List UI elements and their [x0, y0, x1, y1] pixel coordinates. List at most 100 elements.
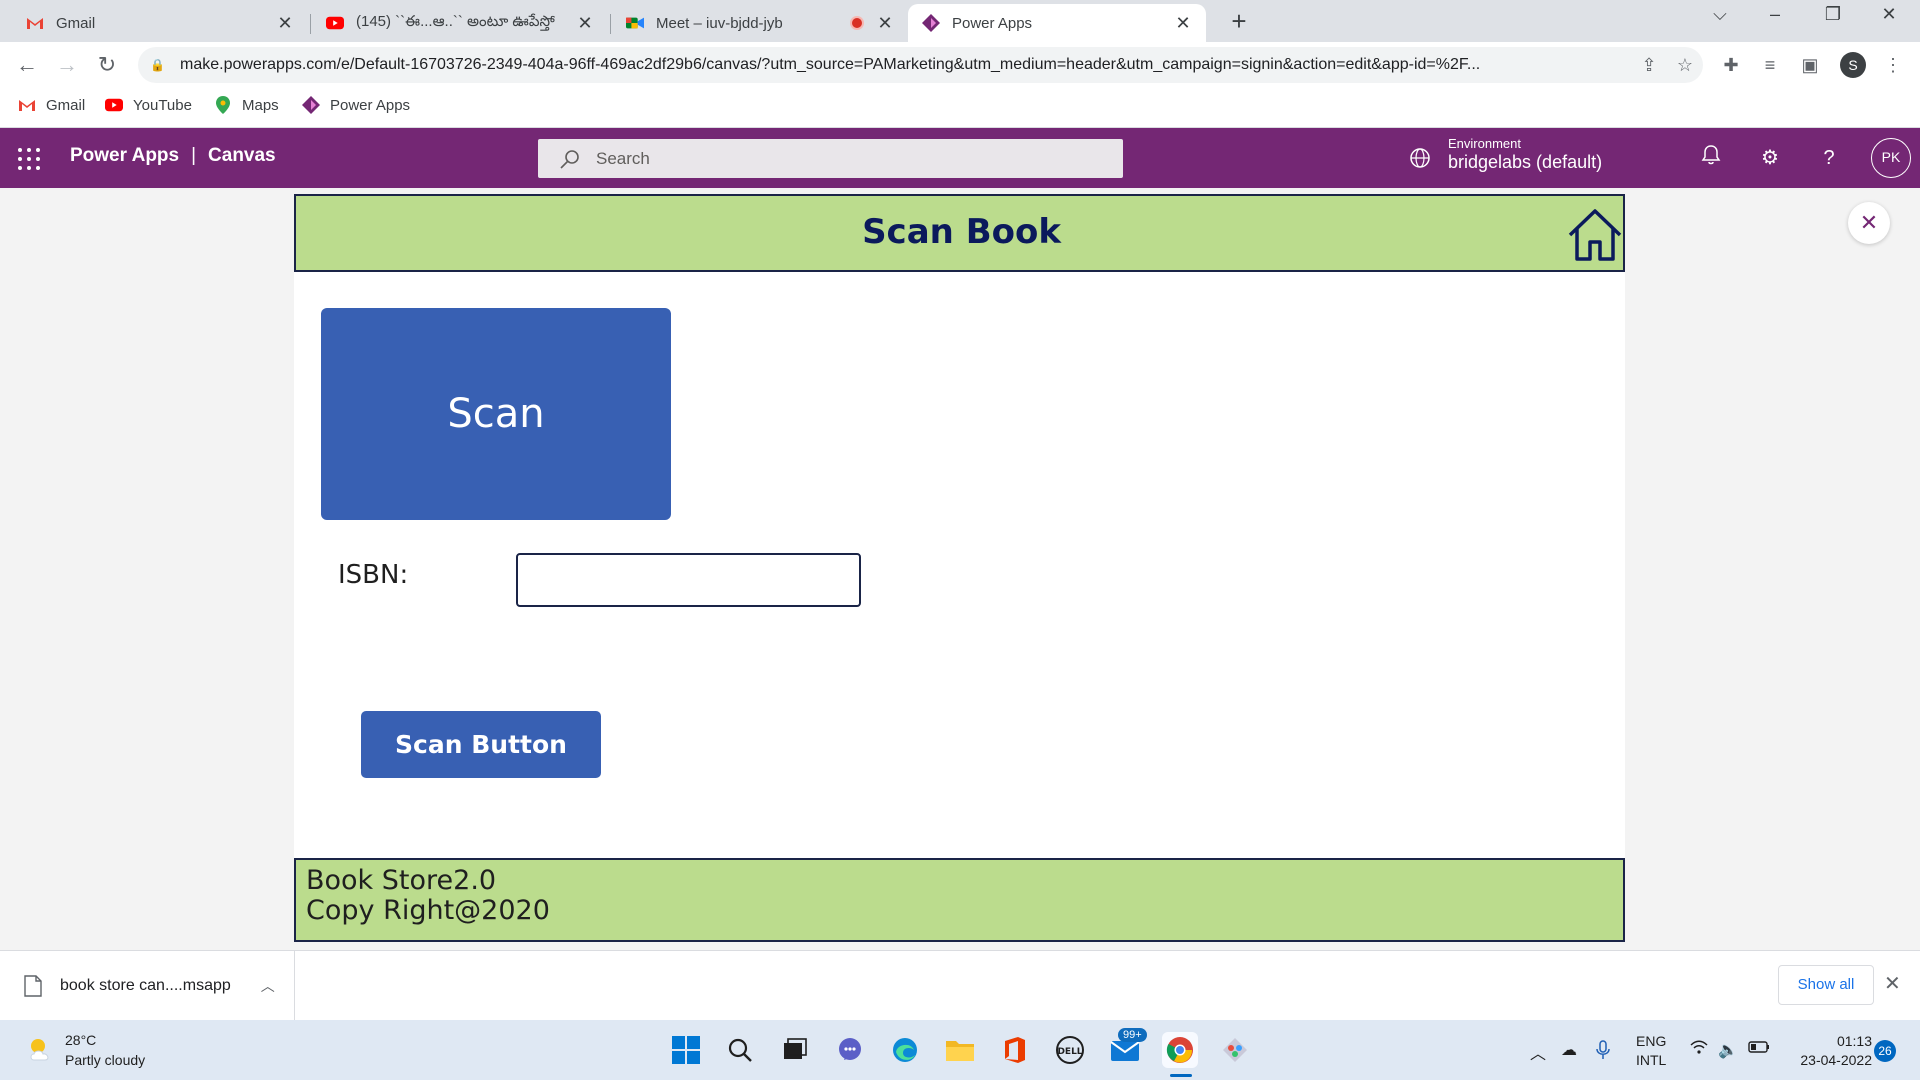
language-indicator[interactable]: ENG INTL	[1636, 1032, 1666, 1070]
reload-icon[interactable]: ↻	[92, 50, 122, 80]
search-placeholder: Search	[596, 148, 650, 168]
help-icon[interactable]: ?	[1815, 144, 1843, 172]
system-clock[interactable]: 01:13 23-04-2022	[1782, 1032, 1872, 1070]
tab-power-apps[interactable]: Power Apps ✕	[908, 4, 1206, 42]
profile-avatar[interactable]: S	[1840, 52, 1866, 78]
app-footer: Book Store2.0 Copy Right@2020	[294, 858, 1625, 942]
tab-title: (145) ``ఈ...ఆ..`` అంటూ ఊపేస్తో	[356, 12, 555, 30]
chrome-icon[interactable]	[1162, 1032, 1198, 1068]
user-avatar[interactable]: PK	[1871, 138, 1911, 178]
snipping-tool-icon[interactable]	[1217, 1032, 1253, 1068]
youtube-icon	[326, 14, 344, 32]
app-header-bar: Scan Book	[294, 194, 1625, 272]
office-icon[interactable]	[997, 1032, 1033, 1068]
new-tab-button[interactable]: +	[1222, 6, 1256, 37]
microphone-icon[interactable]	[1592, 1040, 1614, 1065]
download-shelf: book store can....msapp ︿ Show all ✕	[0, 950, 1920, 1021]
window-close-icon[interactable]: ✕	[1874, 4, 1904, 25]
scan-tile-button[interactable]: Scan	[321, 308, 671, 520]
dell-icon[interactable]: DELL	[1052, 1032, 1088, 1068]
address-bar[interactable]: 🔒 make.powerapps.com/e/Default-16703726-…	[138, 47, 1703, 83]
brand-section: Canvas	[208, 145, 276, 166]
task-view-icon[interactable]	[777, 1032, 813, 1068]
brand-name: Power Apps	[70, 145, 180, 166]
extensions-icon[interactable]: ✚	[1718, 52, 1744, 78]
bookmark-star-icon[interactable]: ☆	[1667, 55, 1703, 76]
file-explorer-icon[interactable]	[942, 1032, 978, 1068]
tab-search-chevron-icon[interactable]: ⌵	[1705, 4, 1735, 25]
bookmark-label: Maps	[242, 96, 279, 114]
app-launcher-icon[interactable]	[18, 148, 40, 170]
app-title: Scan Book	[862, 212, 1061, 252]
search-box[interactable]: Search	[538, 139, 1123, 178]
notification-count-badge[interactable]: 26	[1874, 1040, 1896, 1062]
media-control-icon[interactable]: ≡	[1757, 52, 1783, 78]
tab-meet[interactable]: Meet – iuv-bjdd-jyb ✕	[612, 4, 908, 42]
maps-icon	[214, 96, 232, 114]
bookmark-youtube[interactable]: YouTube	[105, 96, 192, 114]
tab-youtube[interactable]: (145) ``ఈ...ఆ..`` అంటూ ఊపేస్తో ✕	[312, 4, 608, 42]
close-download-shelf-icon[interactable]: ✕	[1884, 971, 1901, 996]
notifications-bell-icon[interactable]	[1697, 144, 1725, 172]
isbn-input[interactable]	[516, 553, 861, 607]
download-item[interactable]: book store can....msapp ︿	[0, 951, 295, 1021]
footer-line-copyright: Copy Right@2020	[306, 895, 550, 926]
windows-start-icon[interactable]	[668, 1032, 704, 1068]
share-icon[interactable]: ⇪	[1631, 55, 1667, 76]
browser-toolbar: ← → ↻ 🔒 make.powerapps.com/e/Default-167…	[0, 42, 1920, 88]
tab-close-icon[interactable]: ✕	[276, 13, 294, 34]
wifi-icon[interactable]	[1688, 1040, 1710, 1059]
canvas-app-screen: Scan Book Scan ISBN: Scan Button Book St…	[294, 194, 1625, 942]
power-apps-icon	[922, 14, 940, 32]
tab-title: Gmail	[56, 14, 96, 32]
tab-gmail[interactable]: Gmail ✕	[12, 4, 308, 42]
close-preview-icon[interactable]: ✕	[1848, 202, 1890, 244]
side-panel-icon[interactable]: ▣	[1797, 52, 1823, 78]
show-all-button[interactable]: Show all	[1778, 965, 1874, 1005]
search-icon	[560, 149, 579, 169]
tab-close-icon[interactable]: ✕	[876, 13, 894, 34]
environment-name[interactable]: bridgelabs (default)	[1448, 152, 1602, 173]
tab-close-icon[interactable]: ✕	[576, 13, 594, 34]
weather-description: Partly cloudy	[65, 1052, 146, 1068]
restore-icon[interactable]: ❐	[1818, 4, 1848, 25]
tab-title: Power Apps	[952, 14, 1033, 32]
clock-date: 23-04-2022	[1800, 1052, 1872, 1068]
show-hidden-icons-chevron[interactable]: ︿	[1527, 1040, 1549, 1064]
active-app-indicator	[1170, 1074, 1192, 1077]
youtube-icon	[105, 96, 123, 114]
edge-icon[interactable]	[887, 1032, 923, 1068]
meet-icon	[626, 14, 644, 32]
browser-menu-icon[interactable]: ⋮	[1880, 52, 1906, 78]
bookmark-gmail[interactable]: Gmail	[18, 96, 85, 114]
volume-icon[interactable]: 🔈	[1717, 1040, 1739, 1060]
battery-icon[interactable]	[1748, 1040, 1770, 1058]
isbn-label: ISBN:	[338, 560, 409, 590]
power-apps-icon	[302, 96, 320, 114]
gmail-icon	[26, 14, 44, 32]
partly-cloudy-icon[interactable]	[26, 1034, 58, 1066]
teams-chat-icon[interactable]	[832, 1032, 868, 1068]
bookmark-power-apps[interactable]: Power Apps	[302, 96, 410, 114]
download-file-name: book store can....msapp	[60, 977, 231, 994]
settings-gear-icon[interactable]: ⚙	[1756, 144, 1784, 172]
svg-text:DELL: DELL	[1057, 1047, 1082, 1057]
bookmark-label: YouTube	[133, 96, 192, 114]
mail-badge: 99+	[1118, 1028, 1147, 1042]
bookmark-maps[interactable]: Maps	[214, 96, 279, 114]
power-apps-brand[interactable]: Power Apps | Canvas	[70, 145, 276, 167]
chevron-up-icon[interactable]: ︿	[261, 976, 275, 996]
search-icon[interactable]	[722, 1032, 758, 1068]
scan-button[interactable]: Scan Button	[361, 711, 601, 778]
home-icon[interactable]	[1566, 206, 1624, 264]
forward-icon[interactable]: →	[52, 50, 82, 80]
tab-separator	[310, 14, 311, 34]
minimize-icon[interactable]: –	[1760, 4, 1790, 25]
back-icon[interactable]: ←	[12, 50, 42, 80]
url-text: make.powerapps.com/e/Default-16703726-23…	[180, 56, 1481, 73]
tab-close-icon[interactable]: ✕	[1174, 13, 1192, 34]
onedrive-cloud-icon[interactable]: ☁	[1558, 1040, 1580, 1060]
environment-label: Environment	[1448, 136, 1521, 151]
gmail-icon	[18, 96, 36, 114]
language-line1: ENG	[1636, 1033, 1667, 1049]
